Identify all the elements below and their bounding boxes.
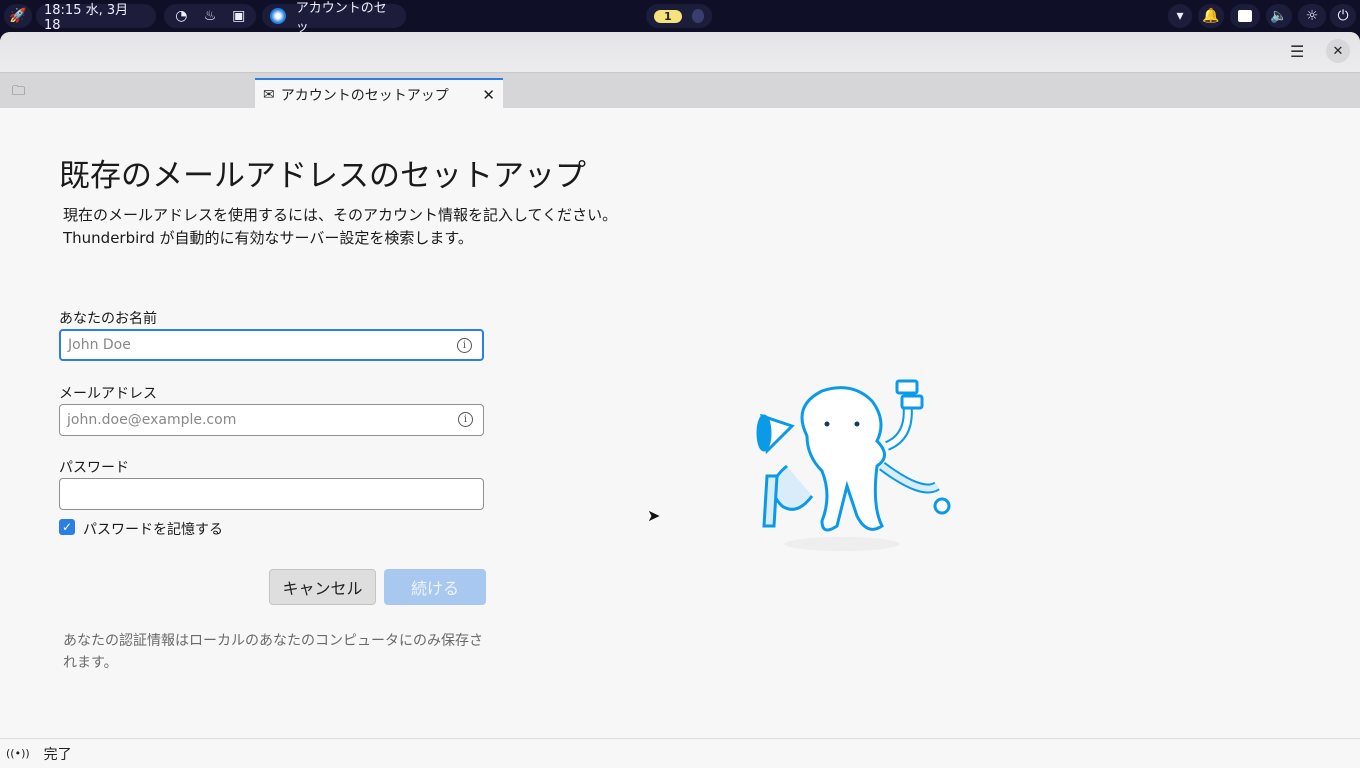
battery[interactable] [1230,4,1260,28]
launcher-button[interactable]: 🚀 [4,4,32,28]
workspaces[interactable]: 1 [646,4,712,28]
brightness-icon: ☼ [1305,8,1319,24]
info-icon[interactable]: i [458,412,473,427]
close-tab-icon[interactable]: ✕ [482,86,495,104]
name-placeholder: John Doe [68,337,131,353]
page-description: 現在のメールアドレスを使用するには、そのアカウント情報を記入してください。 Th… [63,204,617,250]
power-icon: ⏻ [1337,8,1349,24]
gauge-icon: ◔ [175,8,188,24]
email-label: メールアドレス [59,386,157,402]
datetime: 18:15 水, 3月 18 [44,3,129,33]
cancel-button[interactable]: キャンセル [269,569,376,605]
folder-icon[interactable]: 🗀 [12,82,25,104]
system-top-bar: 🚀 18:15 水, 3月 18 ◔ ♨ ▣ アカウントのセッ 1 ▾ 🔔 🔈 … [0,0,1360,35]
brightness[interactable]: ☼ [1298,4,1326,28]
tab-account-setup[interactable]: ✉ アカウントのセットアップ ✕ [255,78,503,110]
name-label: あなたのお名前 [59,311,157,327]
tab-bar: 🗀 ✉ アカウントのセットアップ ✕ [0,72,1360,110]
menu-icon[interactable]: ☰ [1290,42,1304,61]
volume[interactable]: 🔈 [1266,4,1292,28]
page-title: 既存のメールアドレスのセットアップ [59,158,586,194]
description-line-1: 現在のメールアドレスを使用するには、そのアカウント情報を記入してください。 [63,206,618,224]
cpu-icon: ▣ [232,8,246,24]
battery-icon [1238,10,1252,22]
remember-password-checkbox[interactable]: ✓ [59,519,75,535]
bell-icon: 🔔 [1202,8,1220,24]
speaker-icon: 🔈 [1270,8,1288,24]
workspace-1[interactable]: 1 [654,9,682,23]
activity-icon: ((•)) [6,747,30,760]
mouse-cursor: ➤ [647,506,661,525]
privacy-note: あなたの認証情報はローカルのあなたのコンピュータにのみ保存されます。 [63,633,483,671]
password-label: パスワード [59,460,129,476]
info-icon[interactable]: i [457,338,472,353]
description-line-2: Thunderbird が自動的に有効なサーバー設定を検索します。 [63,229,473,247]
account-setup-page: 既存のメールアドレスのセットアップ 現在のメールアドレスを使用するには、そのアカ… [0,108,1360,738]
power[interactable]: ⏻ [1330,4,1356,28]
tray-expand[interactable]: ▾ [1168,4,1192,28]
system-monitors[interactable]: ◔ ♨ ▣ [164,4,256,28]
mail-add-icon: ✉ [263,87,275,103]
workspace-2[interactable] [691,9,704,23]
continue-button[interactable]: 続ける [384,569,486,605]
clock[interactable]: 18:15 水, 3月 18 [36,3,156,33]
active-window[interactable]: アカウントのセッ [262,1,406,35]
tab-title: アカウントのセットアップ [280,88,449,104]
email-input[interactable]: john.doe@example.com i [59,404,484,436]
rocket-icon: 🚀 [9,8,27,24]
flame-icon: ♨ [203,8,217,24]
active-window-title: アカウントのセッ [295,1,387,35]
name-input[interactable]: John Doe i [59,329,484,361]
notifications[interactable]: 🔔 [1198,4,1224,28]
thunderbird-window: ☰ ✕ 🗀 ✉ アカウントのセットアップ ✕ 既存のメールアドレスのセットアップ… [0,32,1360,768]
title-bar: ☰ ✕ [0,32,1360,72]
status-text: 完了 [43,746,72,763]
email-placeholder: john.doe@example.com [67,412,237,428]
triangle-down-icon: ▾ [1176,8,1184,24]
thunderbird-icon [270,8,286,24]
status-bar: ((•)) 完了 [0,738,1360,768]
remember-password-label[interactable]: パスワードを記憶する [83,519,223,539]
close-window-button[interactable]: ✕ [1326,39,1350,63]
octopus-illustration [756,379,951,551]
password-input[interactable] [59,478,484,510]
